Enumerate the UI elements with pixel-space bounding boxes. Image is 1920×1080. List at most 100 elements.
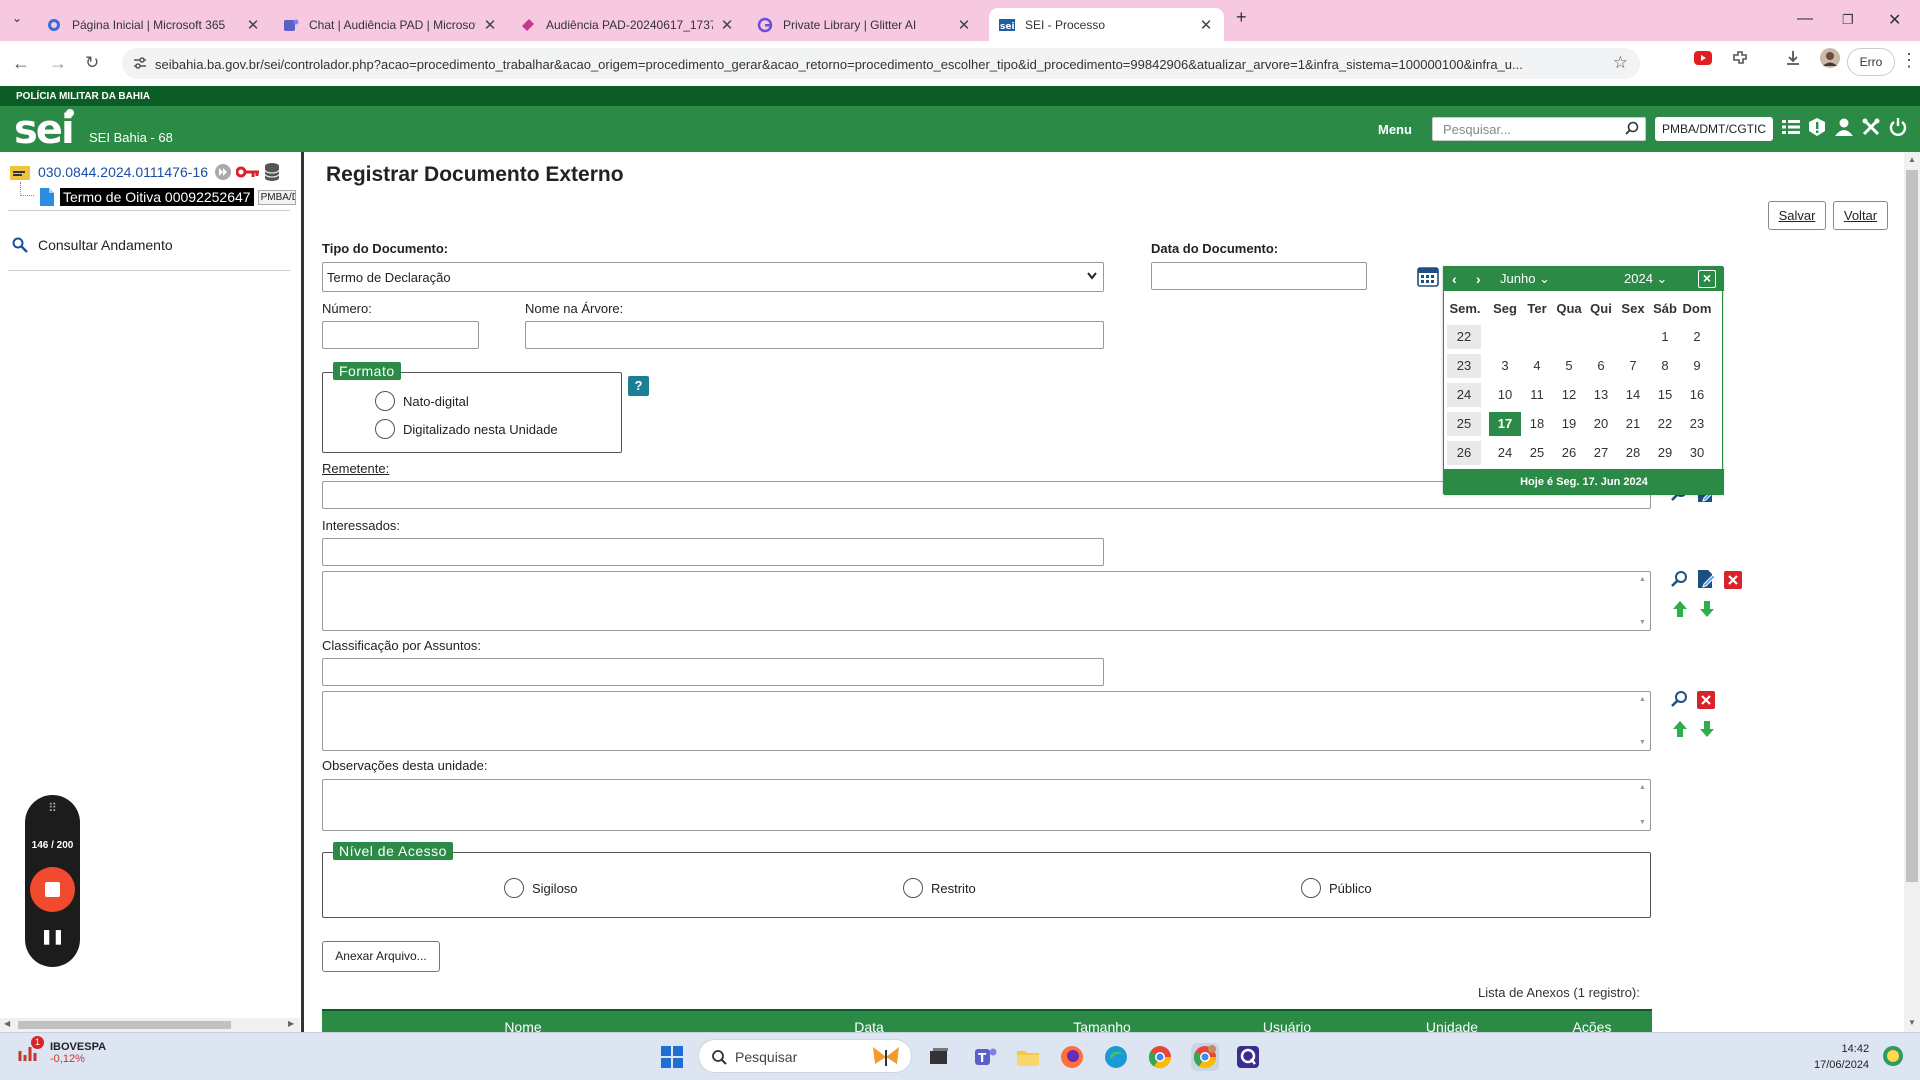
calendar-day[interactable]: 20 — [1585, 412, 1617, 436]
nome-arvore-input[interactable] — [525, 321, 1104, 349]
attach-file-button[interactable]: Anexar Arquivo... — [322, 941, 440, 972]
stock-widget[interactable]: 1 IBOVESPA -0,12% — [18, 1036, 106, 1065]
scrollbar[interactable]: ▲ ▼ — [1637, 781, 1649, 829]
radio-circle[interactable] — [504, 878, 524, 898]
prev-month-icon[interactable]: ‹ — [1452, 271, 1457, 287]
calendar-day[interactable]: 9 — [1681, 354, 1713, 378]
search-icon[interactable] — [1670, 570, 1688, 588]
scroll-up-icon[interactable]: ▲ — [1639, 576, 1646, 583]
scroll-down-icon[interactable]: ▼ — [1908, 1018, 1916, 1027]
classificacao-input[interactable] — [322, 658, 1104, 686]
calendar-day[interactable]: 13 — [1585, 383, 1617, 407]
scroll-left-icon[interactable]: ◀ — [4, 1019, 10, 1028]
close-window-icon[interactable]: ✕ — [1888, 10, 1901, 30]
calendar-day[interactable]: 3 — [1489, 354, 1521, 378]
clock[interactable]: 14:42 17/06/2024 — [1814, 1041, 1869, 1073]
calendar-day[interactable]: 14 — [1617, 383, 1649, 407]
search-icon[interactable] — [1670, 690, 1688, 708]
windows-start-icon[interactable] — [658, 1043, 686, 1071]
calendar-day[interactable]: 17 — [1489, 412, 1521, 436]
file-explorer-icon[interactable] — [1014, 1043, 1042, 1071]
calendar-day[interactable]: 8 — [1649, 354, 1681, 378]
scroll-up-icon[interactable]: ▲ — [1908, 155, 1916, 164]
calendar-day[interactable]: 24 — [1489, 441, 1521, 465]
horizontal-scrollbar[interactable]: ◀ ▶ — [0, 1018, 300, 1032]
radio-digitalizado[interactable]: Digitalizado nesta Unidade — [375, 419, 558, 439]
calendar-day[interactable]: 30 — [1681, 441, 1713, 465]
edit-contact-icon[interactable] — [1696, 569, 1716, 589]
scroll-down-icon[interactable]: ▼ — [1639, 619, 1646, 626]
radio-circle[interactable] — [1301, 878, 1321, 898]
move-down-icon[interactable] — [1699, 720, 1715, 738]
scroll-thumb[interactable] — [18, 1021, 231, 1029]
tools-icon[interactable] — [1862, 118, 1880, 136]
help-button[interactable]: ? — [628, 376, 649, 396]
database-icon[interactable] — [264, 163, 280, 181]
close-icon[interactable]: × — [1698, 270, 1716, 288]
site-info-icon[interactable] — [132, 55, 148, 71]
back-icon[interactable]: ← — [12, 53, 30, 74]
scroll-down-icon[interactable]: ▼ — [1639, 819, 1646, 826]
drag-handle-icon[interactable]: ⠿ — [25, 801, 80, 815]
month-select[interactable]: Junho ⌄ — [1500, 271, 1550, 287]
key-icon[interactable] — [235, 165, 260, 179]
sei-logo[interactable]: sei — [14, 107, 75, 153]
scroll-right-icon[interactable]: ▶ — [288, 1019, 294, 1028]
forward-process-icon[interactable] — [214, 163, 232, 181]
pause-icon[interactable]: ❚❚ — [25, 928, 80, 945]
unit-selector[interactable]: PMBA/DMT/CGTIC — [1655, 117, 1773, 141]
remove-icon[interactable] — [1697, 691, 1715, 709]
calendar-day[interactable]: 28 — [1617, 441, 1649, 465]
edge-icon[interactable] — [1102, 1043, 1130, 1071]
calendar-day[interactable]: 2 — [1681, 325, 1713, 349]
download-icon[interactable] — [1784, 49, 1802, 67]
profile-error-button[interactable]: Erro — [1847, 48, 1895, 76]
more-menu-icon[interactable]: ⋮ — [1900, 50, 1918, 71]
notification-icon[interactable] — [1882, 1045, 1904, 1067]
move-down-icon[interactable] — [1699, 600, 1715, 618]
address-bar[interactable]: seibahia.ba.gov.br/sei/controlador.php?a… — [122, 48, 1640, 79]
tab-search-icon[interactable]: ⌄ — [12, 11, 22, 25]
remove-icon[interactable] — [1724, 571, 1742, 589]
document-icon[interactable] — [40, 188, 54, 206]
calendar-day[interactable]: 10 — [1489, 383, 1521, 407]
calendar-day[interactable]: 11 — [1521, 383, 1553, 407]
close-tab-icon[interactable]: ✕ — [719, 16, 735, 34]
close-tab-icon[interactable]: ✕ — [245, 16, 261, 34]
search-icon[interactable] — [1625, 121, 1639, 135]
forward-icon[interactable]: → — [49, 53, 67, 74]
calendar-day[interactable]: 6 — [1585, 354, 1617, 378]
close-tab-icon[interactable]: ✕ — [956, 16, 972, 34]
data-documento-input[interactable] — [1151, 262, 1367, 290]
scrollbar[interactable]: ▲ ▼ — [1637, 693, 1649, 749]
chrome-icon[interactable] — [1146, 1043, 1174, 1071]
calendar-day[interactable]: 5 — [1553, 354, 1585, 378]
year-select[interactable]: 2024 ⌄ — [1624, 271, 1667, 287]
taskbar-search-input[interactable]: Pesquisar — [698, 1039, 912, 1073]
calendar-day[interactable]: 1 — [1649, 325, 1681, 349]
consult-progress-link[interactable]: Consultar Andamento — [12, 237, 173, 253]
radio-sigiloso[interactable]: Sigiloso — [504, 878, 578, 898]
scrollbar[interactable]: ▲ ▼ — [1637, 573, 1649, 629]
task-view-icon[interactable] — [925, 1043, 953, 1071]
power-icon[interactable] — [1889, 118, 1907, 136]
calendar-day[interactable]: 16 — [1681, 383, 1713, 407]
radio-publico[interactable]: Público — [1301, 878, 1372, 898]
avatar[interactable] — [1820, 48, 1840, 68]
calendar-day[interactable]: 25 — [1521, 441, 1553, 465]
calendar-day[interactable]: 23 — [1681, 412, 1713, 436]
youtube-extension-icon[interactable] — [1694, 51, 1712, 65]
calendar-day[interactable]: 7 — [1617, 354, 1649, 378]
calendar-day[interactable]: 18 — [1521, 412, 1553, 436]
tab-sei-processo[interactable]: sei SEI - Processo ✕ — [989, 8, 1224, 41]
extensions-icon[interactable] — [1731, 49, 1749, 67]
search-input[interactable]: Pesquisar... — [1432, 117, 1646, 141]
calendar-day[interactable]: 27 — [1585, 441, 1617, 465]
teams-taskbar-icon[interactable]: T — [971, 1043, 999, 1071]
close-tab-icon[interactable]: ✕ — [1198, 16, 1214, 34]
interessados-list[interactable]: ▲ ▼ — [322, 571, 1651, 631]
today-label[interactable]: Hoje é Seg. 17. Jun 2024 — [1444, 469, 1724, 495]
app-q-icon[interactable] — [1234, 1043, 1262, 1071]
calendar-icon[interactable] — [1417, 265, 1439, 287]
calendar-day[interactable]: 21 — [1617, 412, 1649, 436]
